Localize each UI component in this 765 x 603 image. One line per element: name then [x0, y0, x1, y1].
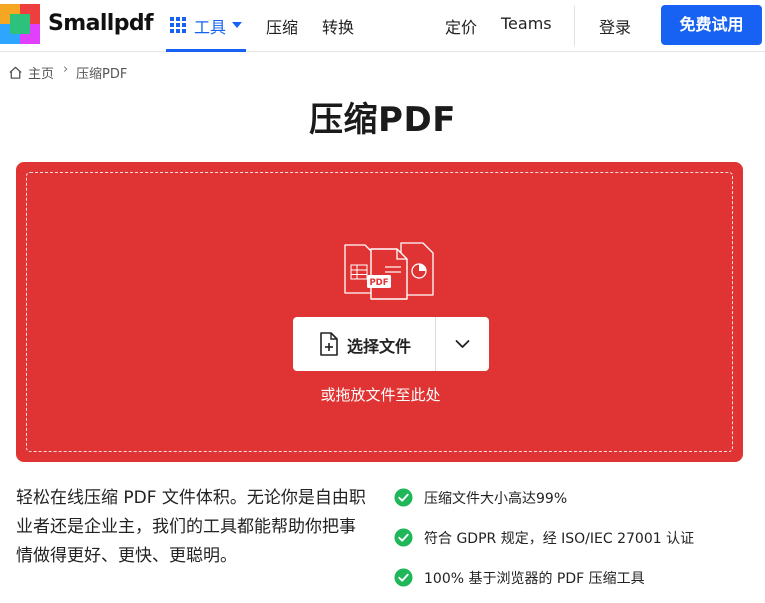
home-icon[interactable]	[8, 65, 23, 80]
smallpdf-logo-icon[interactable]	[0, 4, 40, 44]
nav-tools-menu[interactable]: 工具	[166, 0, 246, 52]
nav-pricing-link[interactable]: 定价	[445, 14, 477, 38]
feature-item: 压缩文件大小高达99%	[394, 486, 754, 510]
breadcrumb-home-link[interactable]: 主页	[28, 63, 54, 82]
header-divider	[574, 6, 575, 46]
drop-hint-text: 或拖放文件至此处	[320, 386, 441, 404]
free-trial-button[interactable]: 免费试用	[661, 5, 762, 45]
breadcrumb-separator: ›	[63, 62, 69, 77]
pdf-files-illustration-icon: PDF	[344, 242, 434, 300]
top-header: Smallpdf 工具 压缩 转换 定价 Teams 登录 免费试用	[0, 0, 765, 52]
feature-text: 压缩文件大小高达99%	[424, 491, 568, 507]
intro-description: 轻松在线压缩 PDF 文件体积。无论你是自由职业者还是企业主，我们的工具都能帮助…	[16, 488, 366, 566]
nav-tools-label: 工具	[194, 18, 227, 37]
check-circle-icon	[394, 528, 413, 547]
choose-file-button-group: 选择文件	[293, 317, 489, 371]
feature-text: 100% 基于浏览器的 PDF 压缩工具	[424, 571, 645, 587]
check-circle-icon	[394, 488, 413, 507]
choose-file-button[interactable]: 选择文件	[293, 317, 435, 371]
dropzone-dashed-area[interactable]: PDF 选择文件 或拖放文件至此处	[26, 172, 733, 452]
breadcrumb-current: 压缩PDF	[76, 67, 128, 82]
nav-teams-link[interactable]: Teams	[501, 14, 552, 33]
feature-item: 符合 GDPR 规定，经 ISO/IEC 27001 认证	[394, 526, 754, 550]
chevron-down-icon	[455, 340, 470, 348]
file-add-icon	[320, 332, 338, 356]
check-circle-icon	[394, 568, 413, 587]
feature-item: 100% 基于浏览器的 PDF 压缩工具	[394, 566, 754, 590]
nav-convert-link[interactable]: 转换	[322, 14, 354, 38]
caret-down-icon	[232, 22, 242, 28]
nav-compress-link[interactable]: 压缩	[266, 14, 298, 38]
choose-file-options-button[interactable]	[436, 317, 489, 371]
choose-file-label: 选择文件	[347, 337, 412, 356]
login-link[interactable]: 登录	[599, 14, 631, 38]
feature-text: 符合 GDPR 规定，经 ISO/IEC 27001 认证	[424, 531, 695, 547]
brand-name[interactable]: Smallpdf	[48, 11, 154, 36]
page-title: 压缩PDF	[309, 100, 456, 140]
grid-icon	[170, 17, 186, 33]
pdf-badge-label: PDF	[369, 278, 388, 288]
file-dropzone[interactable]: PDF 选择文件 或拖放文件至此处	[16, 162, 743, 462]
